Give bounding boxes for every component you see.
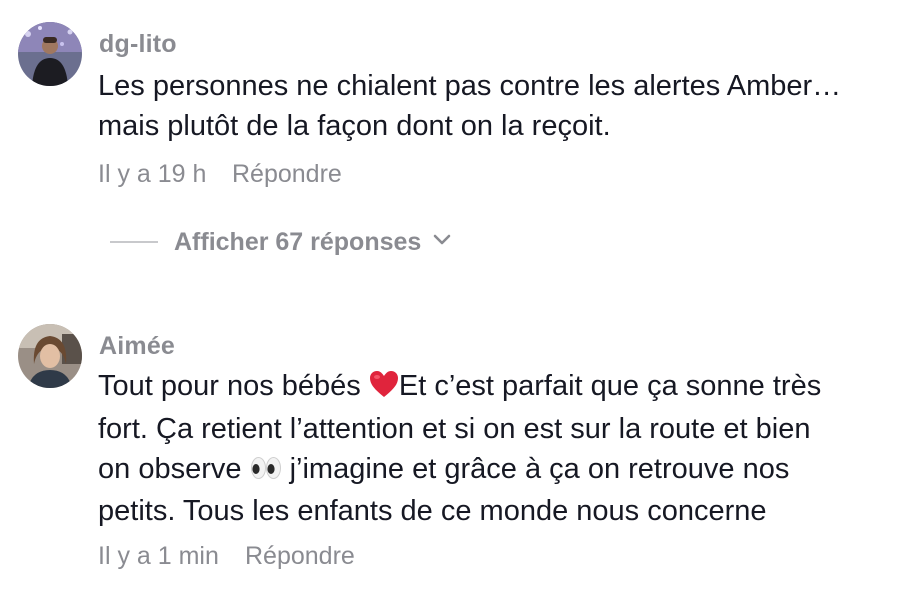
divider-line: [110, 241, 158, 243]
comment-text-line: fort. Ça retient l’attention et si on es…: [98, 413, 811, 445]
comment-timestamp: Il y a 19 h: [98, 160, 207, 188]
reply-button[interactable]: Répondre: [245, 542, 355, 571]
comment-text-line: mais plutôt de la façon dont on la reçoi…: [98, 110, 611, 142]
comment-text: Les personnes ne chialent pas contre les…: [98, 66, 841, 146]
comment-text-segment: j’imagine et grâce à ça on retrouve nos: [281, 453, 790, 485]
chevron-down-icon: [433, 233, 451, 251]
red-heart-icon: [369, 369, 399, 409]
avatar[interactable]: [18, 22, 82, 86]
comment-text-line: Tout pour nos bébés Et c’est parfait que…: [98, 366, 821, 409]
comment-text-segment: on observe: [98, 453, 250, 485]
comment-text-line: Les personnes ne chialent pas contre les…: [98, 70, 842, 102]
comment-text-segment: Tout pour nos bébés: [98, 370, 369, 402]
comment-timestamp: Il y a 1 min: [98, 542, 219, 570]
eyes-icon: [250, 451, 282, 491]
avatar[interactable]: [18, 324, 82, 388]
comment-text-line: petits. Tous les enfants de ce monde nou…: [98, 495, 767, 527]
comment-text-line: on observe j’imagine et grâce à ça on re…: [98, 449, 821, 491]
view-replies-button[interactable]: Afficher 67 réponses: [110, 226, 451, 258]
comment-author[interactable]: dg-lito: [99, 30, 177, 59]
comment-text: Tout pour nos bébés Et c’est parfait que…: [98, 366, 821, 531]
comment-author[interactable]: Aimée: [99, 332, 175, 361]
view-replies-label: Afficher 67 réponses: [174, 227, 422, 256]
comment-text-segment: Et c’est parfait que ça sonne très: [398, 370, 822, 402]
reply-button[interactable]: Répondre: [232, 160, 342, 189]
